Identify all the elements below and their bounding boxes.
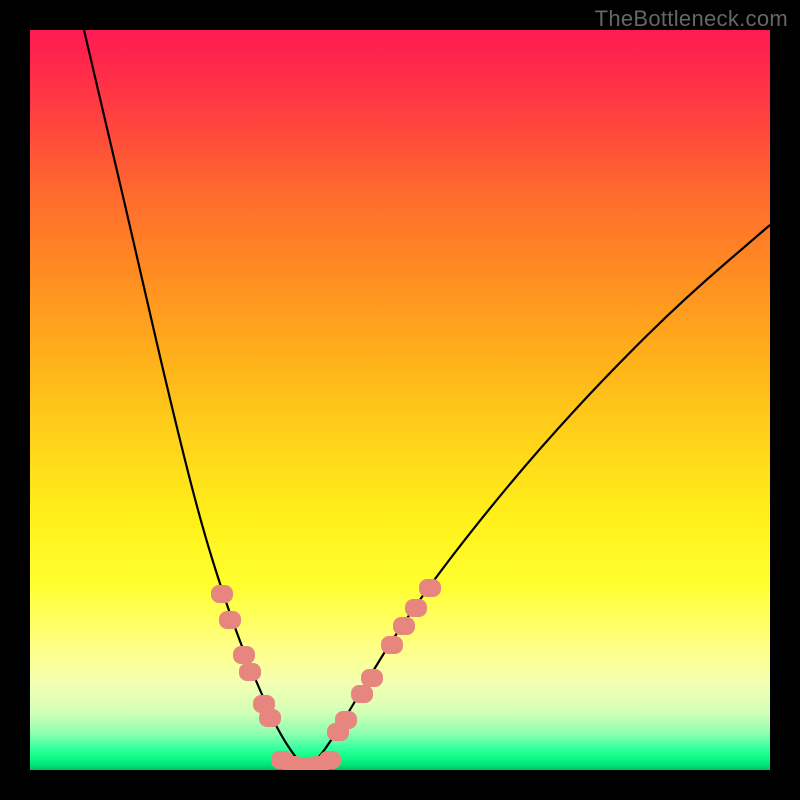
- chart-frame: TheBottleneck.com: [0, 0, 800, 800]
- pip-left: [211, 585, 233, 603]
- pip-left: [239, 663, 261, 681]
- pip-right: [335, 711, 357, 729]
- pip-right: [393, 617, 415, 635]
- pip-floor: [319, 751, 341, 769]
- watermark-text: TheBottleneck.com: [595, 6, 788, 32]
- pip-right: [361, 669, 383, 687]
- pip-left: [219, 611, 241, 629]
- pip-right: [351, 685, 373, 703]
- pip-right: [381, 636, 403, 654]
- pip-left: [233, 646, 255, 664]
- pip-left: [259, 709, 281, 727]
- pip-right: [419, 579, 441, 597]
- datapoint-pips: [30, 30, 770, 770]
- pip-right: [405, 599, 427, 617]
- plot-area: [30, 30, 770, 770]
